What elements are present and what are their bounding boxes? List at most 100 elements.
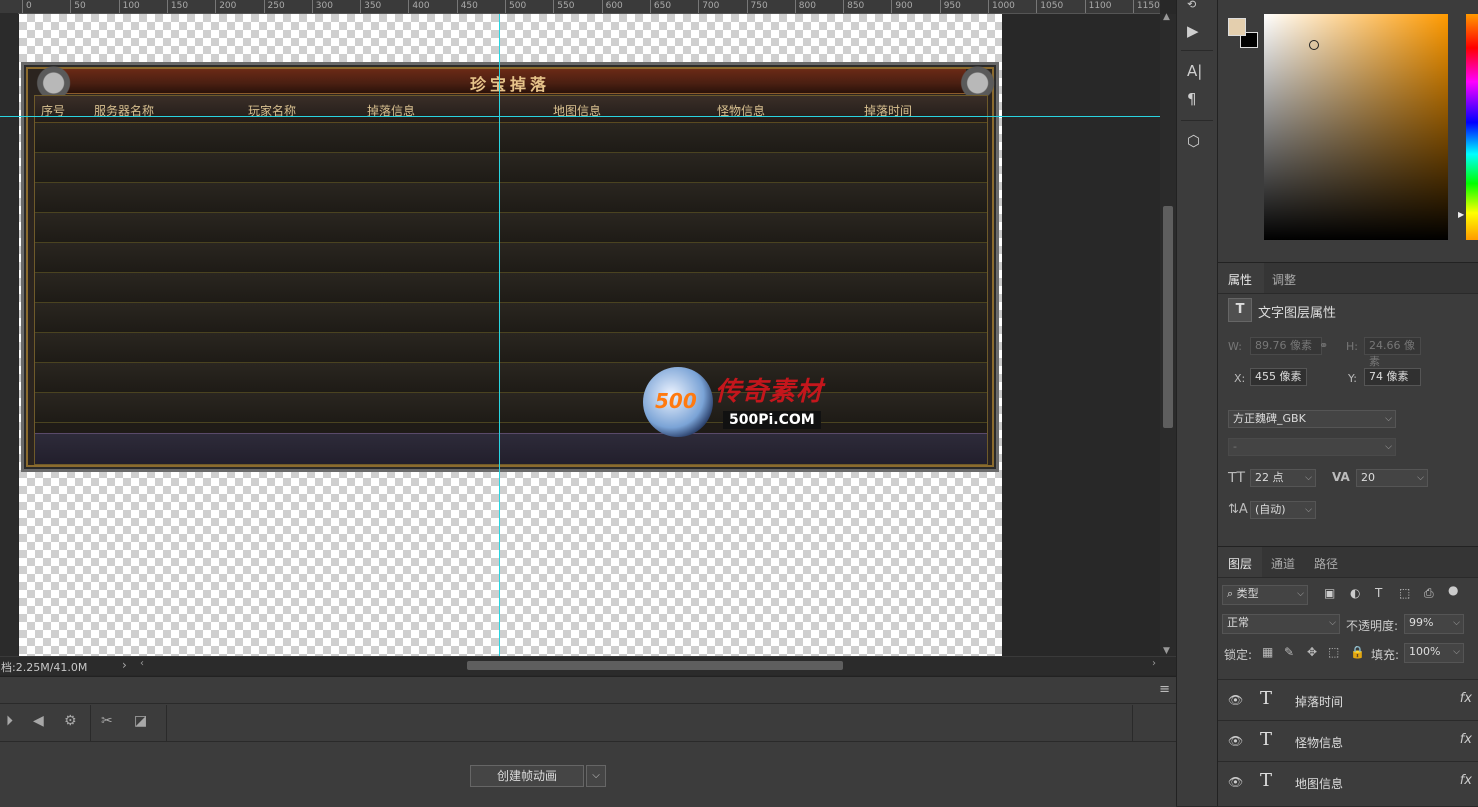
ruler-tick: 800: [794, 0, 816, 13]
color-picker-cursor[interactable]: [1309, 40, 1319, 50]
arrange-icon[interactable]: ⟲: [1187, 0, 1196, 11]
scroll-left-icon[interactable]: ‹: [140, 658, 144, 669]
fill-field[interactable]: 100% ⌵: [1404, 643, 1464, 663]
smart-object-filter-icon[interactable]: ⎙: [1424, 586, 1434, 601]
x-label: X:: [1234, 372, 1246, 385]
scroll-up-icon[interactable]: ▲: [1163, 12, 1170, 22]
status-bar: 档:2.25M/41.0M › ‹ ›: [0, 656, 1176, 675]
transition-icon[interactable]: ◪: [134, 713, 147, 729]
fx-icon[interactable]: fx: [1460, 773, 1472, 788]
image-filter-icon[interactable]: ▣: [1324, 586, 1335, 600]
tab-adjustments[interactable]: 调整: [1272, 271, 1296, 288]
create-frame-animation-button[interactable]: 创建帧动画: [470, 765, 584, 787]
ruler-tick-label: 1100: [1088, 1, 1112, 11]
ruler-tick: 1000: [988, 0, 1015, 13]
table-row: [35, 393, 987, 423]
vertical-guide[interactable]: [499, 14, 500, 656]
lock-all-icon[interactable]: 🔒: [1350, 645, 1365, 659]
x-field[interactable]: 455 像素: [1250, 368, 1307, 386]
layer-row[interactable]: 👁 T 怪物信息 fx: [1218, 720, 1478, 761]
y-field[interactable]: 74 像素: [1364, 368, 1421, 386]
status-menu-icon[interactable]: ›: [122, 658, 127, 672]
hue-slider[interactable]: [1466, 14, 1478, 240]
horizontal-guide[interactable]: [0, 116, 1160, 117]
play-icon[interactable]: ▶: [1187, 22, 1199, 40]
blend-mode-select[interactable]: 正常 ⌵: [1222, 614, 1340, 634]
ruler-tick-label: 0: [26, 1, 32, 11]
ruler-tick-label: 600: [605, 1, 623, 11]
font-size-select[interactable]: 22 点 ⌵: [1250, 469, 1316, 487]
watermark-en: 500Pi.COM: [723, 411, 821, 429]
ruler-tick: 300: [311, 0, 333, 13]
leading-select[interactable]: (自动) ⌵: [1250, 501, 1316, 519]
lock-transparent-icon[interactable]: ▦: [1262, 645, 1273, 659]
adjustment-filter-icon[interactable]: ◐: [1350, 586, 1360, 600]
layer-row[interactable]: 👁 T 掉落时间 fx: [1218, 679, 1478, 720]
watermark-badge-icon: 500: [643, 367, 713, 437]
font-family-select[interactable]: 方正魏碑_GBK ⌵: [1228, 410, 1396, 428]
paragraph-panel-icon[interactable]: ¶: [1187, 90, 1197, 108]
table-rows: [35, 123, 987, 431]
chevron-down-icon[interactable]: ⌵: [586, 765, 606, 787]
eye-icon[interactable]: 👁: [1228, 734, 1243, 748]
character-panel-icon[interactable]: A|: [1187, 62, 1202, 80]
3d-cube-icon[interactable]: ⬡: [1187, 132, 1200, 150]
canvas-area[interactable]: 珍宝掉落 序号 服务器名称 玩家名称 掉落信息 地图信息 怪物信息 掉落时间 5…: [18, 14, 1160, 658]
chevron-down-icon: ⌵: [1305, 473, 1312, 483]
ruler-tick: 250: [263, 0, 285, 13]
fill-value: 100%: [1409, 645, 1441, 658]
fx-icon[interactable]: fx: [1460, 732, 1472, 747]
font-family-value: 方正魏碑_GBK: [1233, 412, 1306, 425]
ruler-tick-label: 700: [702, 1, 720, 11]
tab-paths[interactable]: 路径: [1314, 555, 1338, 572]
layer-row[interactable]: 👁 T 地图信息 fx: [1218, 761, 1478, 802]
vertical-scroll-thumb[interactable]: [1163, 206, 1173, 428]
eye-icon[interactable]: 👁: [1228, 693, 1243, 707]
panel-title: 珍宝掉落: [469, 75, 550, 94]
layer-name[interactable]: 怪物信息: [1295, 734, 1343, 751]
hamburger-menu-icon[interactable]: ≡: [1159, 682, 1170, 697]
text-filter-icon[interactable]: T: [1375, 586, 1382, 600]
width-field[interactable]: 89.76 像素: [1250, 337, 1322, 355]
timeline-toolbar: ⏵ ◀ ⚙ ✂ ◪: [0, 705, 1176, 742]
chevron-down-icon: ⌵: [1385, 442, 1392, 452]
scissors-icon[interactable]: ✂: [101, 713, 113, 729]
document-canvas[interactable]: 珍宝掉落 序号 服务器名称 玩家名称 掉落信息 地图信息 怪物信息 掉落时间 5…: [19, 14, 1002, 657]
fx-icon[interactable]: fx: [1460, 691, 1472, 706]
layer-name[interactable]: 地图信息: [1295, 775, 1343, 792]
opacity-field[interactable]: 99% ⌵: [1404, 614, 1464, 634]
properties-tabs: 属性 调整: [1218, 263, 1478, 294]
chevron-down-icon: ⌵: [1297, 589, 1304, 599]
ruler-tick-label: 250: [267, 1, 285, 11]
foreground-color-swatch[interactable]: [1228, 18, 1246, 36]
horizontal-scroll-thumb[interactable]: [467, 661, 843, 670]
audio-icon[interactable]: ◀: [33, 713, 44, 729]
layers-tabs: 图层 通道 路径: [1218, 546, 1478, 578]
treasure-drop-panel: 珍宝掉落 序号 服务器名称 玩家名称 掉落信息 地图信息 怪物信息 掉落时间: [20, 59, 1000, 472]
font-style-select[interactable]: - ⌵: [1228, 438, 1396, 456]
color-picker-field[interactable]: [1264, 14, 1448, 240]
layer-name[interactable]: 掉落时间: [1295, 693, 1343, 710]
tab-properties[interactable]: 属性: [1228, 271, 1252, 288]
tracking-select[interactable]: 20 ⌵: [1356, 469, 1428, 487]
horizontal-scrollbar[interactable]: ‹ ›: [140, 657, 1160, 675]
height-field[interactable]: 24.66 像素: [1364, 337, 1421, 368]
hue-marker-icon[interactable]: ▶: [1458, 210, 1464, 219]
gear-icon[interactable]: ⚙: [64, 713, 77, 729]
lock-artboard-icon[interactable]: ⬚: [1328, 645, 1339, 659]
tab-channels[interactable]: 通道: [1271, 555, 1295, 572]
eye-icon[interactable]: 👁: [1228, 775, 1243, 789]
ruler-tick: 550: [553, 0, 574, 13]
vertical-scrollbar[interactable]: ▲ ▼: [1160, 12, 1176, 658]
scroll-right-icon[interactable]: ›: [1152, 658, 1156, 669]
filter-toggle-icon[interactable]: ●: [1448, 583, 1458, 597]
lock-pixels-icon[interactable]: ✎: [1284, 645, 1294, 659]
step-forward-icon[interactable]: ⏵: [6, 713, 13, 729]
scroll-down-icon[interactable]: ▼: [1163, 646, 1170, 656]
opacity-value: 99%: [1409, 616, 1434, 629]
shape-filter-icon[interactable]: ⬚: [1399, 586, 1410, 600]
lock-position-icon[interactable]: ✥: [1307, 645, 1317, 659]
ruler-tick-label: 750: [750, 1, 768, 11]
tab-layers[interactable]: 图层: [1228, 555, 1252, 572]
layer-filter-select[interactable]: ⌕ 类型 ⌵: [1222, 585, 1308, 605]
